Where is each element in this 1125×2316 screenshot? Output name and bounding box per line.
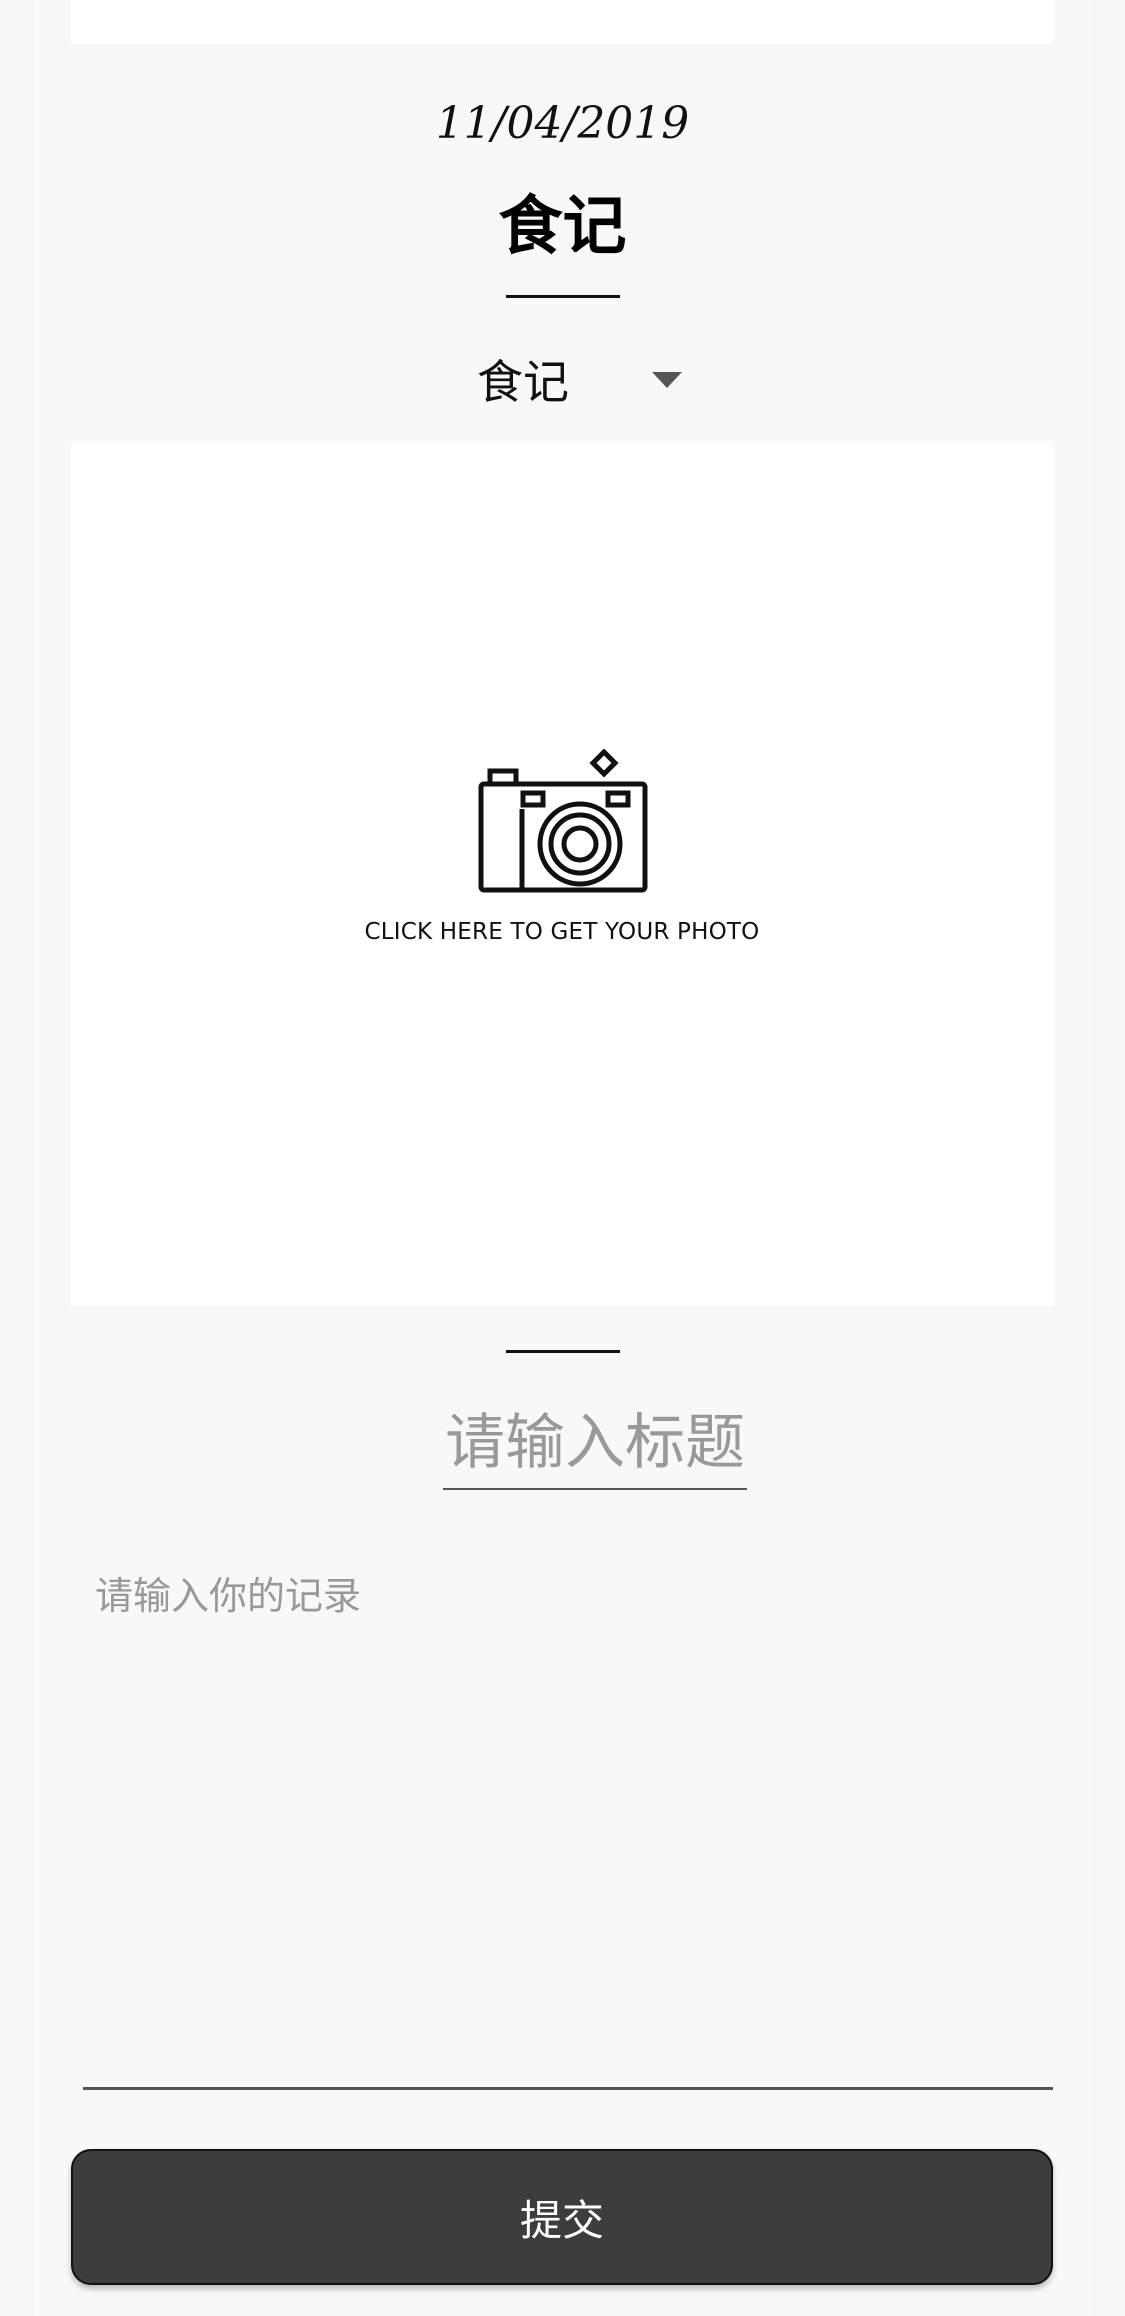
category-dropdown[interactable]: 食记 bbox=[433, 340, 693, 420]
record-textarea[interactable] bbox=[83, 1555, 1053, 2090]
entry-date: 11/04/2019 bbox=[435, 98, 690, 149]
section-divider bbox=[506, 1350, 620, 1353]
page-title: 食记 bbox=[498, 189, 627, 264]
camera-icon bbox=[478, 749, 648, 893]
top-strip bbox=[71, 0, 1053, 44]
submit-button[interactable]: 提交 bbox=[71, 2149, 1053, 2285]
content-card: 11/04/2019 食记 食记 CLICK HERE TO GET YOUR … bbox=[33, 0, 1092, 2316]
photo-upload-area[interactable]: CLICK HERE TO GET YOUR PHOTO bbox=[71, 441, 1053, 1307]
chevron-down-icon bbox=[652, 372, 682, 388]
photo-upload-hint: CLICK HERE TO GET YOUR PHOTO bbox=[364, 919, 760, 945]
title-divider bbox=[506, 295, 620, 298]
title-input[interactable] bbox=[443, 1398, 747, 1490]
category-selected-label: 食记 bbox=[477, 355, 569, 409]
